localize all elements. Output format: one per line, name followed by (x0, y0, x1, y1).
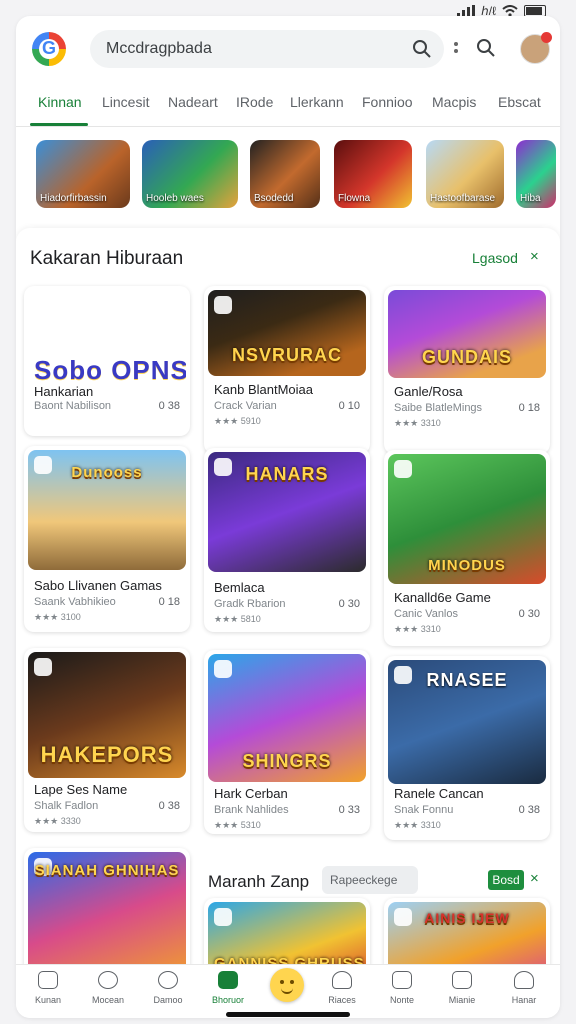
shield-icon (392, 971, 412, 989)
tab-llerkann[interactable]: Llerkann (290, 94, 344, 110)
nav-item-profile[interactable]: Riaces (312, 971, 372, 1005)
game-card[interactable]: NSVRURAC Kanb BlantMoiaa Crack Varian 0 … (204, 286, 370, 454)
tab-irode[interactable]: IRode (236, 94, 273, 110)
game-card[interactable]: RNASEE Ranele Cancan Snak Fonnu 0 38 ★★★… (384, 656, 550, 840)
game-card[interactable]: HANARS Bemlaca Gradk Rbarion 0 30 ★★★ 58… (204, 448, 370, 632)
nav-item-games[interactable]: Bhoruor (198, 971, 258, 1005)
featured-item[interactable]: Flowna (334, 140, 412, 208)
app-window: G Mccdragpbada Kinnan Lincesit Nadeart I… (16, 16, 560, 1018)
notification-badge (541, 32, 552, 43)
game-card[interactable]: Dunooss Sabo Llivanen Gamas Saank Vabhik… (24, 446, 190, 632)
nav-item-home[interactable]: Kunan (18, 971, 78, 1005)
game-card[interactable]: MINODUS Kanalld6e Game Canic Vanlos 0 30… (384, 450, 550, 646)
games-section: Kakaran Hiburaan Lgasod × Sobo OPNS Hank… (16, 228, 560, 1018)
featured-item[interactable]: Hastoofbarase (426, 140, 504, 208)
tab-fonnioo[interactable]: Fonnioo (362, 94, 413, 110)
section-title: Kakaran Hiburaan (30, 248, 184, 269)
featured-item[interactable]: Hooleb waes (142, 140, 238, 208)
close-icon[interactable]: × (530, 870, 539, 887)
game-card[interactable]: SHINGRS Hark Cerban Brank Nahlides 0 33 … (204, 650, 370, 834)
app-badge-icon (214, 296, 232, 314)
search-icon[interactable] (476, 38, 496, 58)
media-icon (452, 971, 472, 989)
featured-item[interactable]: Bsodedd (250, 140, 320, 208)
tab-indicator (30, 123, 88, 126)
featured-item[interactable]: Hiadorfirbassin (36, 140, 130, 208)
featured-item[interactable]: Hiba (516, 140, 556, 208)
close-icon[interactable]: × (530, 248, 539, 265)
home-icon (38, 971, 58, 989)
search-text[interactable]: Mccdragpbada (106, 40, 212, 58)
app-badge-icon (214, 660, 232, 678)
nav-item-notes[interactable]: Nonte (372, 971, 432, 1005)
more-options-icon[interactable] (454, 42, 458, 56)
search-icon[interactable] (412, 39, 432, 59)
nav-item-explore[interactable]: Damoo (138, 971, 198, 1005)
nav-item-account[interactable]: Hanar (494, 971, 554, 1005)
home-indicator[interactable] (226, 1012, 350, 1017)
game-card[interactable]: Sobo OPNS Hankarian Baont Nabilison 0 38 (24, 286, 190, 436)
nav-item-media[interactable]: Mianie (432, 971, 492, 1005)
app-badge-icon (214, 908, 232, 926)
tab-macpis[interactable]: Macpis (432, 94, 476, 110)
account-icon (514, 971, 534, 989)
games-icon (218, 971, 238, 989)
avatar[interactable] (520, 32, 552, 64)
search-icon (98, 971, 118, 989)
explore-icon (158, 971, 178, 989)
search-bar[interactable]: Mccdragpbada (90, 30, 444, 68)
person-icon (332, 971, 352, 989)
app-badge-icon (394, 460, 412, 478)
tab-lincesit[interactable]: Lincesit (102, 94, 149, 110)
game-card[interactable]: GUNDAIS Ganle/Rosa Saibe BlatleMings 0 1… (384, 286, 550, 454)
tab-ebscat[interactable]: Ebscat (498, 94, 541, 110)
section-link[interactable]: Lgasod (472, 250, 518, 266)
game-card[interactable]: HAKEPORS Lape Ses Name Shalk Fadlon 0 38… (24, 648, 190, 832)
section-badge[interactable]: Bosd (488, 870, 524, 890)
section-title: Maranh Zanp (208, 872, 310, 891)
app-badge-icon (34, 658, 52, 676)
nav-item-search[interactable]: Mocean (78, 971, 138, 1005)
tab-nadeart[interactable]: Nadeart (168, 94, 218, 110)
google-logo-icon[interactable]: G (32, 32, 66, 66)
smiley-fab-button[interactable] (270, 968, 304, 1002)
top-bar: G Mccdragpbada (16, 30, 560, 70)
category-tabs: Kinnan Lincesit Nadeart IRode Llerkann F… (16, 92, 560, 127)
tab-kinnan[interactable]: Kinnan (38, 94, 82, 110)
section-search-input[interactable]: Rapeeckege (322, 866, 418, 894)
